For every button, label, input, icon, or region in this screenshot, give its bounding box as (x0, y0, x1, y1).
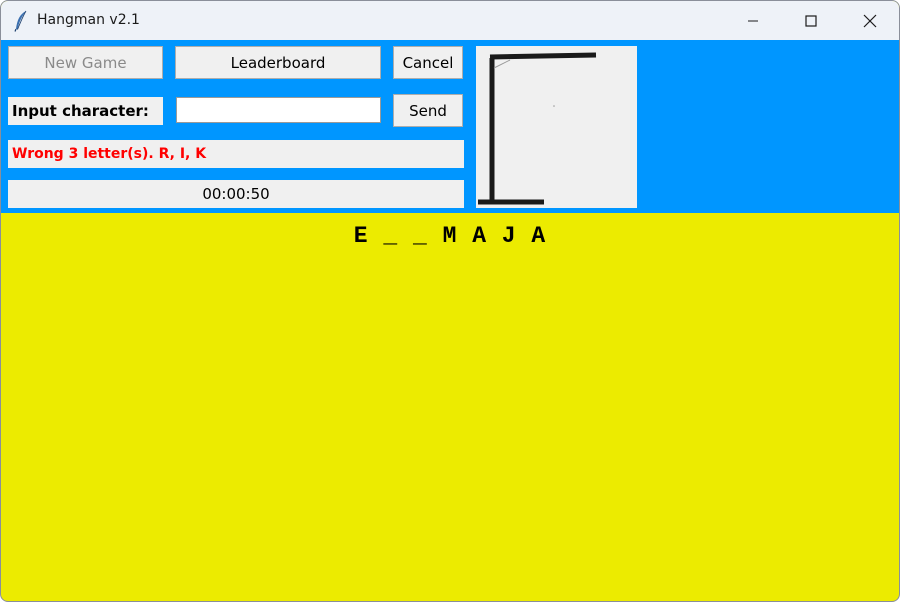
app-window: Hangman v2.1 New Game Leaderboard Cancel… (0, 0, 900, 602)
word-display: E _ _ M A J A (353, 223, 547, 249)
gallows-drawing (478, 52, 597, 205)
wrong-letters-status: Wrong 3 letter(s). R, I, K (8, 140, 464, 168)
gallows-brace (493, 59, 511, 69)
maximize-button[interactable] (782, 1, 840, 40)
send-button[interactable]: Send (393, 94, 463, 127)
maximize-icon (805, 14, 817, 27)
hangman-canvas (476, 46, 637, 208)
minimize-icon (748, 20, 758, 21)
input-character-label: Input character: (8, 97, 163, 125)
game-timer: 00:00:50 (8, 180, 464, 208)
feather-icon (13, 10, 29, 32)
leaderboard-button[interactable]: Leaderboard (175, 46, 381, 79)
character-input[interactable] (176, 97, 381, 123)
minimize-button[interactable] (724, 1, 782, 40)
new-game-button[interactable]: New Game (8, 46, 163, 79)
close-button[interactable] (841, 1, 899, 40)
close-icon (863, 14, 877, 27)
gallows-beam (489, 52, 597, 60)
rope-mark (553, 105, 555, 107)
title-bar[interactable]: Hangman v2.1 (1, 1, 899, 40)
cancel-button[interactable]: Cancel (393, 46, 463, 79)
window-title: Hangman v2.1 (37, 12, 140, 28)
